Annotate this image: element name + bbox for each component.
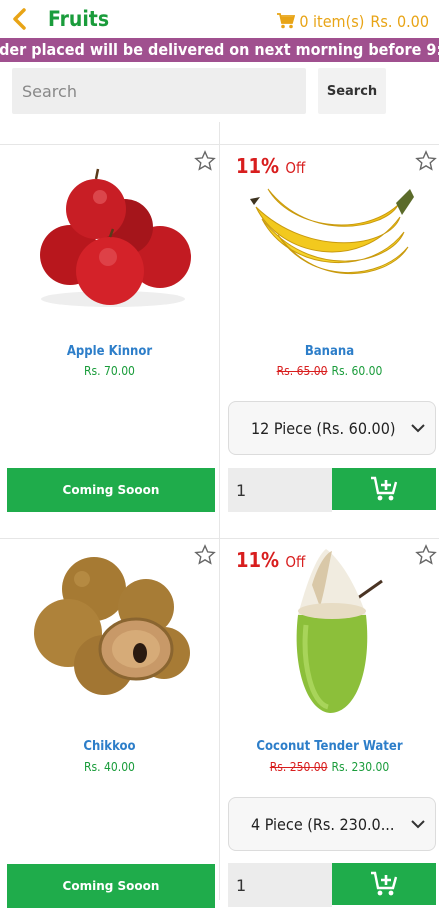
original-price: Rs. 250.00: [269, 760, 328, 774]
product-name[interactable]: Chikkoo: [0, 739, 219, 754]
coming-soon-button[interactable]: Coming Sooon: [7, 864, 215, 908]
sale-price: Rs. 70.00: [84, 364, 135, 378]
discount-badge: 11% Off: [236, 154, 305, 178]
favorite-star-icon[interactable]: [194, 150, 216, 172]
product-image: [296, 549, 383, 713]
discount-percent: 11%: [236, 548, 280, 572]
chevron-down-icon: [411, 423, 425, 432]
variant-select[interactable]: 12 Piece (Rs. 60.00): [228, 401, 436, 455]
product-image: [250, 188, 414, 275]
original-price: Rs. 65.00: [276, 364, 328, 378]
announcement-banner: rder placed will be delivered on next mo…: [0, 38, 439, 62]
banner-text: rder placed will be delivered on next mo…: [0, 40, 439, 59]
chevron-left-icon: [13, 8, 26, 30]
product-card: Chikkoo Rs. 40.00 Coming Sooon: [0, 539, 219, 908]
add-cart-icon: [371, 871, 398, 896]
favorite-star-icon[interactable]: [415, 544, 437, 566]
product-image: [40, 168, 191, 307]
coming-soon-button[interactable]: Coming Sooon: [7, 468, 215, 512]
search-bar: Search: [0, 62, 439, 122]
product-price: Rs. 250.00 Rs. 230.00: [220, 760, 439, 774]
favorite-star-icon[interactable]: [194, 544, 216, 566]
product-image: [34, 557, 190, 695]
product-name[interactable]: Apple Kinnor: [0, 344, 219, 359]
sale-price: Rs. 230.00: [331, 760, 390, 774]
search-button[interactable]: Search: [318, 68, 386, 114]
variant-selected-value: 12 Piece (Rs. 60.00): [251, 418, 396, 438]
add-to-cart-button[interactable]: [332, 863, 436, 905]
quantity-input[interactable]: [228, 468, 332, 512]
discount-suffix: Off: [285, 159, 306, 177]
cart-total: Rs. 0.00: [370, 11, 429, 31]
cart-count: 0 item(s): [299, 11, 365, 31]
add-to-cart-button[interactable]: [332, 468, 436, 510]
sale-price: Rs. 40.00: [84, 760, 135, 774]
sale-price: Rs. 60.00: [331, 364, 383, 378]
back-button[interactable]: [8, 6, 32, 32]
cart-icon: [277, 13, 296, 29]
product-price: Rs. 40.00: [0, 760, 219, 774]
product-card: 11% Off Coconut Tender Water Rs. 250.00 R…: [220, 539, 439, 907]
variant-select[interactable]: 4 Piece (Rs. 230.0...: [228, 797, 436, 851]
cart-summary[interactable]: 0 item(s) Rs. 0.00: [277, 10, 429, 32]
discount-percent: 11%: [236, 154, 280, 178]
chevron-down-icon: [411, 819, 425, 828]
quantity-input[interactable]: [228, 863, 332, 907]
search-input[interactable]: [12, 68, 306, 114]
product-card: Apple Kinnor Rs. 70.00 Coming Sooon: [0, 145, 219, 537]
product-price: Rs. 65.00 Rs. 60.00: [220, 364, 439, 378]
product-name[interactable]: Banana: [220, 344, 439, 359]
product-card: 11% Off Banana Rs. 65.00 Rs. 60.00 12 Pie…: [220, 145, 439, 537]
product-price: Rs. 70.00: [0, 364, 219, 378]
page-title: Fruits: [48, 7, 110, 31]
top-bar: Fruits 0 item(s) Rs. 0.00: [0, 0, 439, 38]
variant-selected-value: 4 Piece (Rs. 230.0...: [251, 814, 395, 834]
favorite-star-icon[interactable]: [415, 150, 437, 172]
add-cart-icon: [371, 476, 398, 501]
product-name[interactable]: Coconut Tender Water: [220, 739, 439, 754]
